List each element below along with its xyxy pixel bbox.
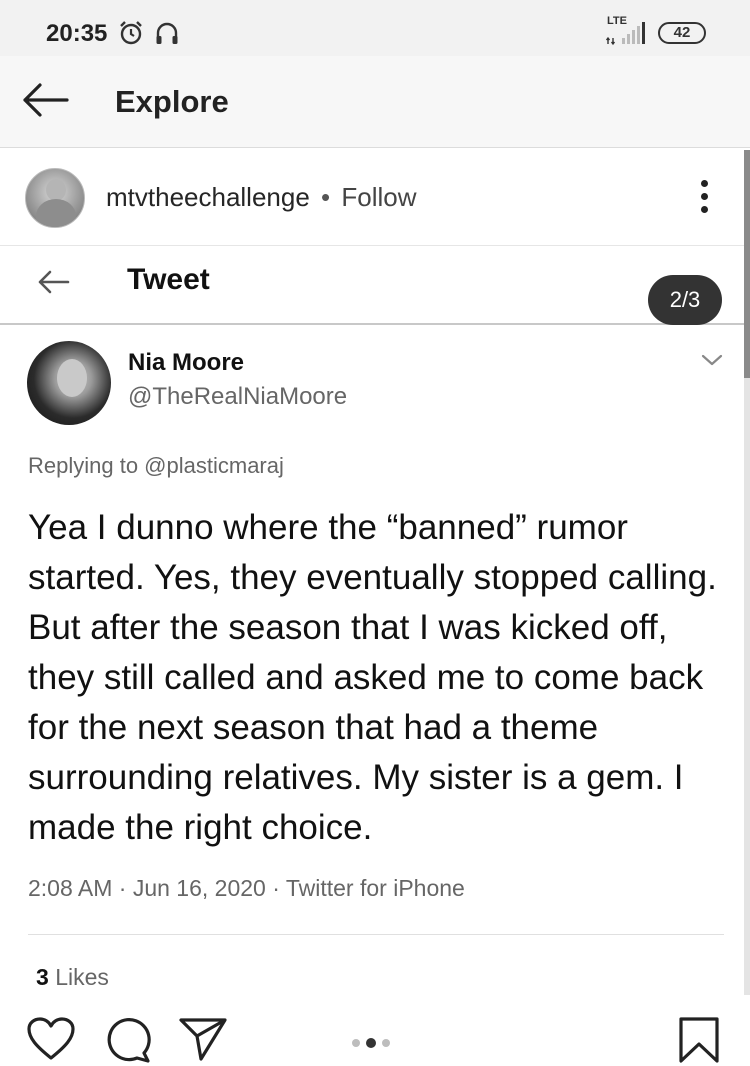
tweet-back-arrow-icon bbox=[38, 270, 70, 294]
status-bar: 20:35 LTE 42 bbox=[0, 0, 750, 56]
account-avatar[interactable] bbox=[25, 168, 85, 228]
account-line: mtvtheechallenge • Follow bbox=[106, 182, 417, 213]
carousel-page-indicator: 2/3 bbox=[648, 275, 722, 325]
carousel-dot-active bbox=[366, 1037, 376, 1048]
account-username[interactable]: mtvtheechallenge bbox=[106, 182, 310, 212]
battery-icon: 42 bbox=[658, 22, 706, 44]
headset-icon bbox=[156, 22, 178, 44]
alarm-icon bbox=[120, 21, 142, 45]
heart-icon[interactable] bbox=[26, 1016, 76, 1062]
avatar-body-shape bbox=[36, 199, 76, 227]
avatar-head-shape bbox=[46, 179, 66, 201]
separator-dot: • bbox=[321, 182, 331, 212]
replying-to: Replying to @plasticmaraj bbox=[28, 453, 284, 478]
chevron-down-icon bbox=[701, 354, 723, 366]
more-vertical-icon[interactable] bbox=[694, 180, 714, 218]
app-bar: Explore bbox=[0, 56, 750, 148]
carousel-dot bbox=[382, 1038, 390, 1047]
tweet-body: Yea I dunno where the “banned” rumor sta… bbox=[28, 508, 717, 847]
divider bbox=[28, 934, 724, 935]
likes-number: 3 bbox=[36, 964, 49, 990]
carousel-dot bbox=[352, 1038, 360, 1047]
share-icon[interactable] bbox=[178, 1016, 228, 1062]
post-header: mtvtheechallenge • Follow bbox=[0, 150, 745, 246]
page-title: Explore bbox=[115, 84, 229, 119]
follow-button[interactable]: Follow bbox=[341, 182, 416, 212]
tweet-image: Tweet 2/3 Nia Moore @TheRealNiaMoore Rep… bbox=[0, 247, 745, 997]
signal-icon bbox=[605, 22, 645, 46]
author-avatar bbox=[27, 341, 111, 425]
scrollbar-thumb[interactable] bbox=[744, 150, 750, 378]
likes-count: 3 Likes bbox=[36, 964, 109, 991]
likes-label: Likes bbox=[55, 964, 109, 990]
comment-icon[interactable] bbox=[104, 1016, 152, 1064]
status-time: 20:35 bbox=[46, 20, 108, 47]
author-name: Nia Moore bbox=[128, 349, 245, 376]
scrollbar[interactable] bbox=[744, 150, 750, 995]
avatar-face-shape bbox=[57, 359, 87, 397]
tweet-header-title: Tweet bbox=[127, 263, 210, 296]
bookmark-icon[interactable] bbox=[678, 1016, 720, 1064]
tweet-meta: 2:08 AM · Jun 16, 2020 · Twitter for iPh… bbox=[28, 875, 465, 901]
author-handle: @TheRealNiaMoore bbox=[128, 383, 348, 410]
back-arrow-icon[interactable] bbox=[20, 80, 70, 120]
carousel-dots bbox=[352, 1034, 398, 1048]
action-bar bbox=[0, 998, 750, 1066]
tweet-header-bar: Tweet bbox=[0, 247, 745, 325]
